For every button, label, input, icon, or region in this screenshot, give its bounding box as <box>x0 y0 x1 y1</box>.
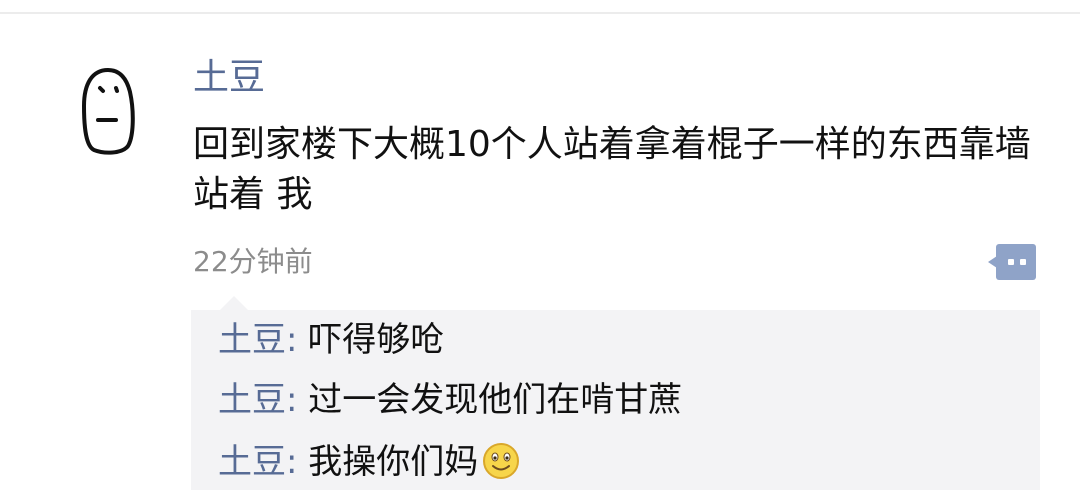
post-author-name[interactable]: 土豆 <box>193 54 265 102</box>
comment-separator: : <box>286 380 298 420</box>
comment-item[interactable]: 土豆: 过一会发现他们在啃甘蔗 <box>218 378 682 422</box>
comment-author[interactable]: 土豆 <box>218 442 286 482</box>
comment-text: 过一会发现他们在啃甘蔗 <box>308 380 683 420</box>
top-divider <box>0 12 1080 14</box>
comment-author[interactable]: 土豆 <box>218 380 286 420</box>
comment-dots-icon <box>988 244 1036 280</box>
post-text: 回到家楼下大概10个人站着拿着棍子一样的东西靠墙站着 我 <box>193 124 1031 215</box>
comment-separator: : <box>286 320 298 360</box>
comment-author[interactable]: 土豆 <box>218 320 286 360</box>
comment-text: 吓得够呛 <box>308 320 445 360</box>
comment-text: 我操你们妈 <box>308 442 479 482</box>
smile-emoji-icon <box>482 442 520 480</box>
comment-item[interactable]: 土豆: 我操你们妈 <box>218 440 520 484</box>
comment-item[interactable]: 土豆: 吓得够呛 <box>218 318 444 362</box>
avatar[interactable] <box>78 66 138 156</box>
comments-arrow <box>220 296 248 310</box>
comment-separator: : <box>286 442 298 482</box>
post-timestamp: 22分钟前 <box>193 245 313 278</box>
comment-button[interactable] <box>988 244 1036 280</box>
doodle-face-icon <box>81 67 135 155</box>
